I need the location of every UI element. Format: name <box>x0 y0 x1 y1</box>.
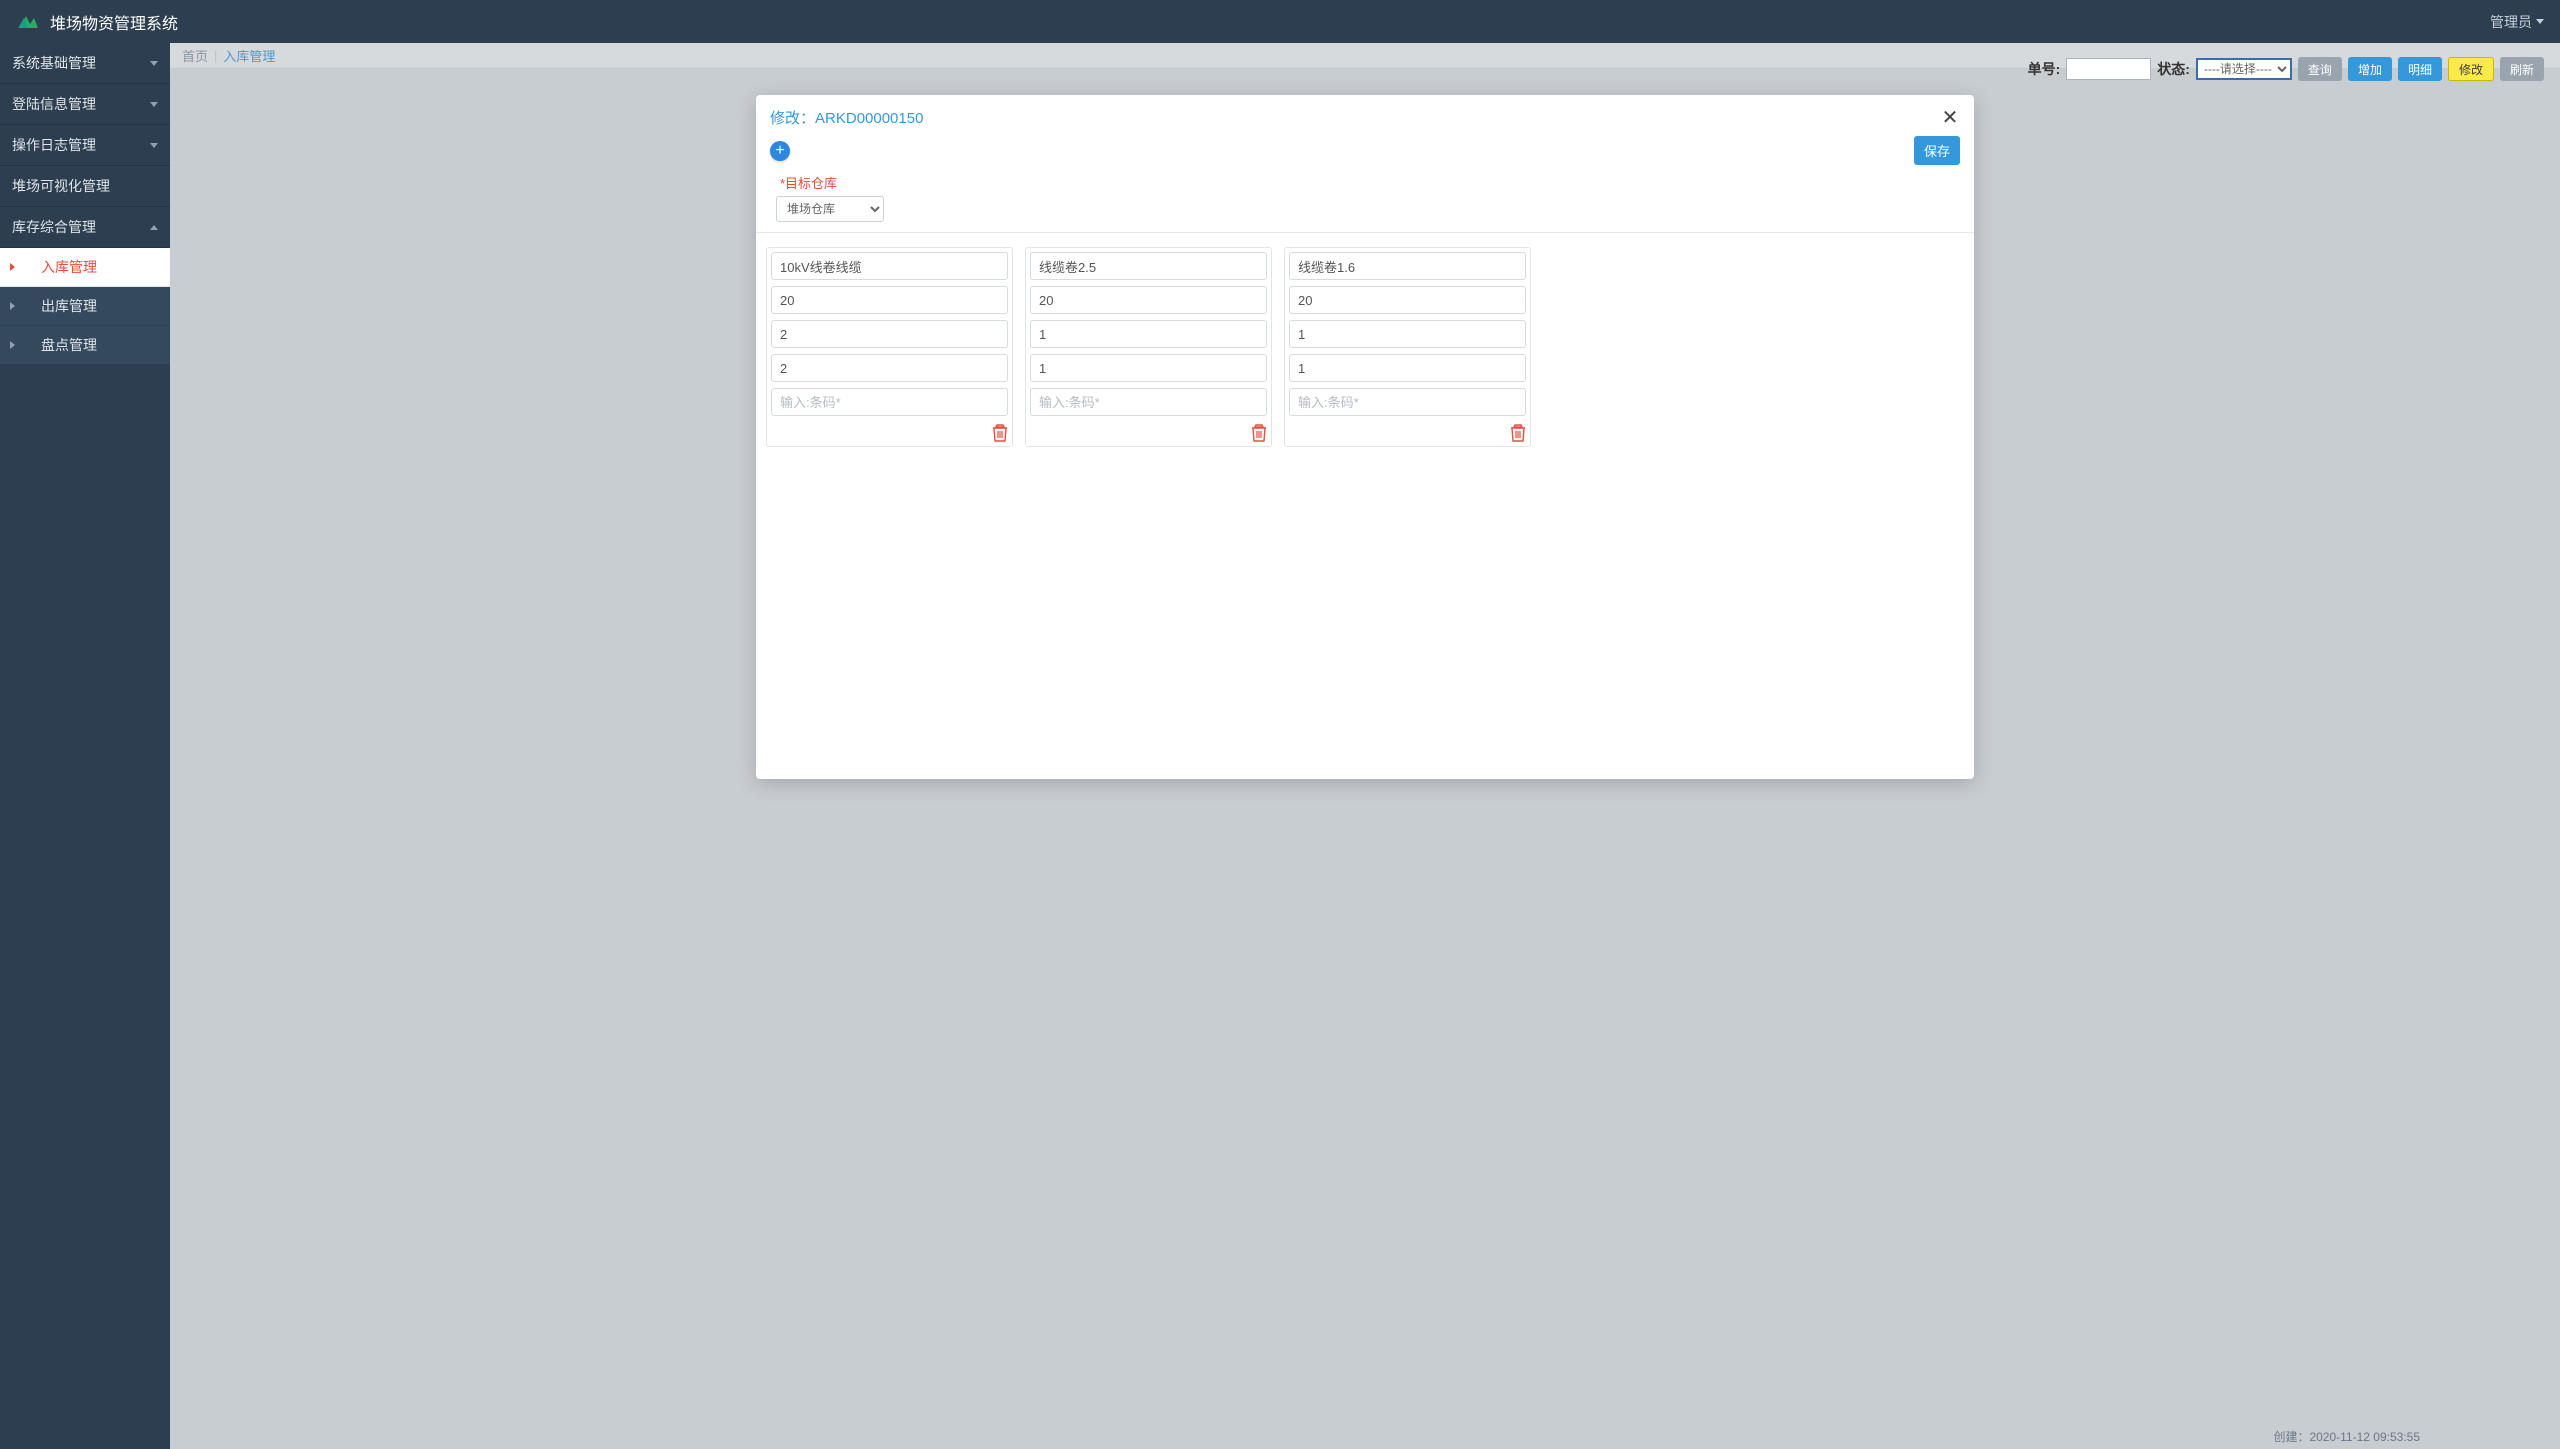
target-warehouse-row: *目标仓库 堆场仓库 <box>756 169 1974 233</box>
item-name-input[interactable] <box>1030 252 1267 280</box>
query-button[interactable]: 查询 <box>2298 57 2342 81</box>
item-cards-container <box>756 233 1974 461</box>
item-field-3-input[interactable] <box>771 320 1008 348</box>
sidebar-group-label: 系统基础管理 <box>12 53 96 73</box>
item-field-4-input[interactable] <box>1289 354 1526 382</box>
sidebar-item-label: 入库管理 <box>41 257 97 277</box>
sidebar-group-visual[interactable]: 堆场可视化管理 <box>0 166 170 207</box>
item-barcode-input[interactable] <box>1289 388 1526 416</box>
sidebar-item-label: 盘点管理 <box>41 335 97 355</box>
card-footer <box>771 422 1008 442</box>
chevron-down-icon <box>150 102 158 107</box>
item-barcode-input[interactable] <box>1030 388 1267 416</box>
item-barcode-input[interactable] <box>771 388 1008 416</box>
item-field-2-input[interactable] <box>1289 286 1526 314</box>
item-card <box>766 247 1013 447</box>
order-no-input[interactable] <box>2066 58 2151 80</box>
item-field-4-input[interactable] <box>771 354 1008 382</box>
item-field-3-input[interactable] <box>1030 320 1267 348</box>
plus-icon: + <box>775 143 784 159</box>
sidebar-group-label: 堆场可视化管理 <box>12 176 110 196</box>
modal-action-row: + 保存 <box>756 136 1974 169</box>
sidebar-group-label: 操作日志管理 <box>12 135 96 155</box>
chevron-right-icon <box>10 341 15 349</box>
edit-button[interactable]: 修改 <box>2448 57 2494 81</box>
status-select[interactable]: ----请选择---- <box>2196 58 2292 80</box>
item-name-input[interactable] <box>771 252 1008 280</box>
item-field-3-input[interactable] <box>1289 320 1526 348</box>
status-label: 状态: <box>2157 59 2190 79</box>
app-title: 堆场物资管理系统 <box>50 10 178 34</box>
order-no-label: 单号: <box>2028 59 2061 79</box>
add-item-button[interactable]: + <box>770 141 790 161</box>
sidebar-item-label: 出库管理 <box>41 296 97 316</box>
sidebar-group-inventory[interactable]: 库存综合管理 <box>0 207 170 248</box>
chevron-right-icon <box>10 302 15 310</box>
add-button[interactable]: 增加 <box>2348 57 2392 81</box>
record-meta: 创建：2020-11-12 09:53:55 <box>2273 1428 2420 1445</box>
app-header: 堆场物资管理系统 管理员 <box>0 0 2560 43</box>
item-field-4-input[interactable] <box>1030 354 1267 382</box>
sidebar-item-inbound[interactable]: 入库管理 <box>0 248 170 287</box>
sidebar-group-label: 库存综合管理 <box>12 217 96 237</box>
main-content: 首页 | 入库管理 单号: 状态: ----请选择---- 查询 增加 明细 修… <box>170 43 2560 1449</box>
caret-down-icon <box>2536 19 2544 24</box>
target-warehouse-select[interactable]: 堆场仓库 <box>776 196 884 222</box>
detail-button[interactable]: 明细 <box>2398 57 2442 81</box>
sidebar: 系统基础管理 登陆信息管理 操作日志管理 堆场可视化管理 库存综合管理 入库管理… <box>0 43 170 1449</box>
modal-title: 修改：ARKD00000150 <box>770 107 923 128</box>
item-card <box>1025 247 1272 447</box>
sidebar-subgroup-inventory: 入库管理 出库管理 盘点管理 <box>0 248 170 365</box>
trash-icon[interactable] <box>1510 424 1526 442</box>
sidebar-item-stocktake[interactable]: 盘点管理 <box>0 326 170 365</box>
sidebar-group-logs[interactable]: 操作日志管理 <box>0 125 170 166</box>
chevron-up-icon <box>150 225 158 230</box>
chevron-down-icon <box>150 61 158 66</box>
refresh-button[interactable]: 刷新 <box>2500 57 2544 81</box>
item-name-input[interactable] <box>1289 252 1526 280</box>
sidebar-group-login[interactable]: 登陆信息管理 <box>0 84 170 125</box>
trash-icon[interactable] <box>1251 424 1267 442</box>
user-name: 管理员 <box>2490 12 2532 32</box>
item-card <box>1284 247 1531 447</box>
sidebar-group-system[interactable]: 系统基础管理 <box>0 43 170 84</box>
filter-toolbar: 单号: 状态: ----请选择---- 查询 增加 明细 修改 刷新 <box>170 43 2560 81</box>
item-field-2-input[interactable] <box>771 286 1008 314</box>
chevron-right-icon <box>10 263 15 271</box>
trash-icon[interactable] <box>992 424 1008 442</box>
card-footer <box>1030 422 1267 442</box>
close-icon[interactable]: ✕ <box>1940 108 1960 128</box>
card-footer <box>1289 422 1526 442</box>
sidebar-group-label: 登陆信息管理 <box>12 94 96 114</box>
save-button[interactable]: 保存 <box>1914 136 1960 165</box>
user-menu[interactable]: 管理员 <box>2490 12 2544 32</box>
page-overlay: 单号: 状态: ----请选择---- 查询 增加 明细 修改 刷新 修改：AR… <box>170 43 2560 1449</box>
item-field-2-input[interactable] <box>1030 286 1267 314</box>
edit-modal: 修改：ARKD00000150 ✕ + 保存 *目标仓库 堆场仓库 <box>756 95 1974 779</box>
sidebar-item-outbound[interactable]: 出库管理 <box>0 287 170 326</box>
logo-icon <box>16 10 40 34</box>
chevron-down-icon <box>150 143 158 148</box>
modal-header: 修改：ARKD00000150 ✕ <box>756 95 1974 136</box>
header-left: 堆场物资管理系统 <box>16 10 178 34</box>
target-warehouse-label: *目标仓库 <box>780 173 1954 192</box>
